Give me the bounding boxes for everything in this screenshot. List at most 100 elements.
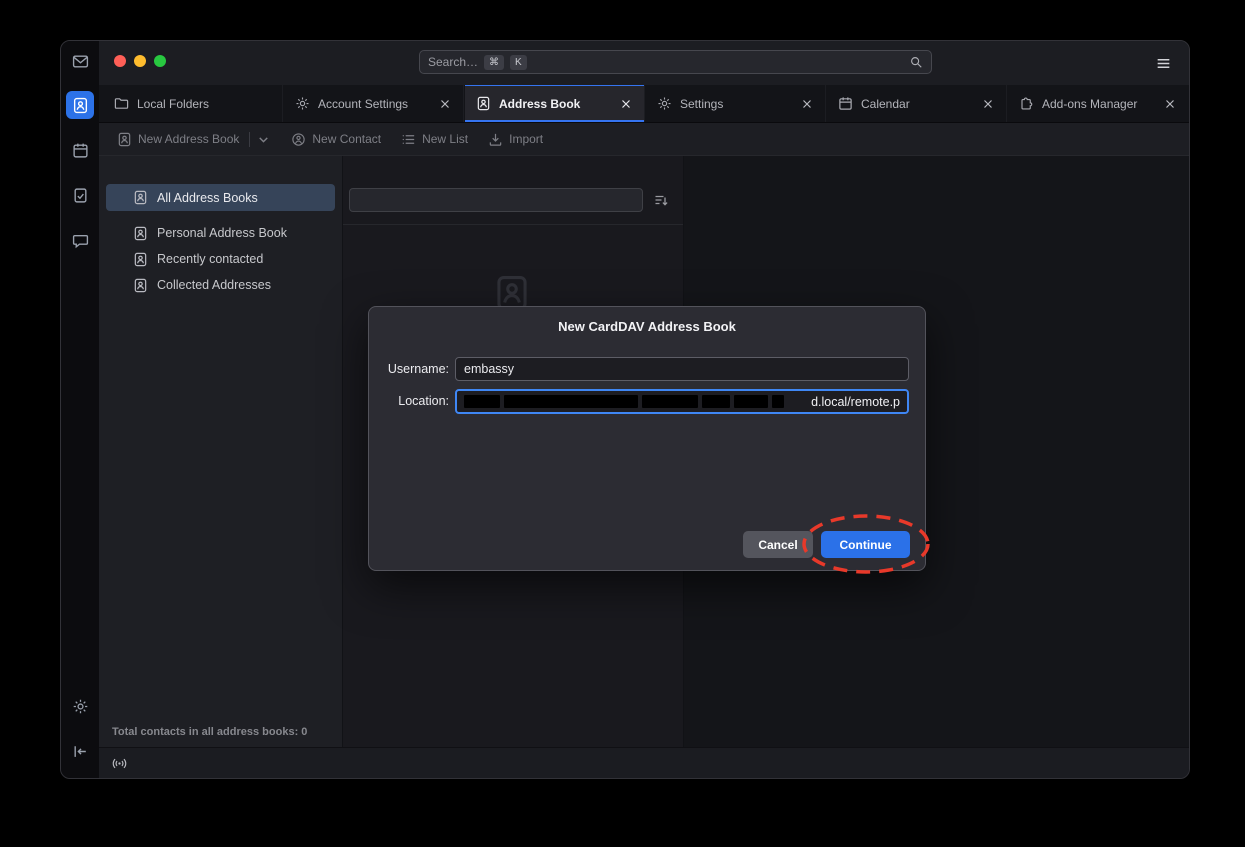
redaction-bar [702, 395, 730, 408]
username-input[interactable] [455, 357, 909, 381]
address-book-icon [133, 252, 148, 267]
close-window-button[interactable] [114, 55, 126, 67]
close-tab-icon[interactable] [1163, 97, 1177, 111]
cmd-key-badge: ⌘ [484, 55, 504, 70]
book-row-all-address-books[interactable]: All Address Books [106, 184, 335, 211]
tasks-icon [72, 187, 89, 204]
close-tab-icon[interactable] [619, 97, 633, 111]
space-calendar[interactable] [66, 136, 94, 164]
import-icon [488, 132, 503, 147]
book-row-label: Collected Addresses [157, 278, 271, 292]
space-mail[interactable] [66, 47, 94, 75]
new-contact-icon [291, 132, 306, 147]
thunderbird-window: Search… ⌘ K Local Folders Account Settin… [60, 40, 1190, 779]
chevron-down-icon[interactable] [256, 132, 271, 147]
space-chat[interactable] [66, 226, 94, 254]
status-bar [99, 747, 1189, 778]
redaction-bar [772, 395, 784, 408]
global-search-placeholder: Search… [428, 55, 478, 69]
new-contact-button[interactable]: New Contact [291, 132, 381, 147]
tab-account-settings[interactable]: Account Settings [284, 85, 464, 122]
app-menu-button[interactable] [1155, 55, 1172, 72]
address-book-toolbar: New Address Book New Contact New List Im… [99, 123, 1189, 156]
address-book-icon [117, 132, 132, 147]
puzzle-icon [1019, 96, 1034, 111]
address-book-icon [133, 226, 148, 241]
tab-calendar[interactable]: Calendar [827, 85, 1007, 122]
address-book-icon [72, 97, 89, 114]
gear-icon [657, 96, 672, 111]
continue-button[interactable]: Continue [821, 531, 910, 558]
book-row-collected-addresses[interactable]: Collected Addresses [106, 272, 335, 298]
tab-addons-manager[interactable]: Add-ons Manager [1008, 85, 1188, 122]
tab-label: Calendar [861, 97, 973, 111]
k-key-badge: K [510, 55, 527, 70]
tab-label: Add-ons Manager [1042, 97, 1155, 111]
gear-icon [72, 698, 89, 715]
book-row-recently-contacted[interactable]: Recently contacted [106, 246, 335, 272]
space-settings[interactable] [66, 692, 94, 720]
redaction-bar [464, 395, 500, 408]
location-label: Location: [379, 394, 449, 408]
book-row-label: All Address Books [157, 191, 258, 205]
close-tab-icon[interactable] [800, 97, 814, 111]
tab-label: Account Settings [318, 97, 430, 111]
network-status-icon[interactable] [111, 755, 128, 772]
minimize-window-button[interactable] [134, 55, 146, 67]
close-tab-icon[interactable] [438, 97, 452, 111]
folder-icon [114, 96, 129, 111]
space-tasks[interactable] [66, 181, 94, 209]
book-row-personal[interactable]: Personal Address Book [106, 220, 335, 246]
location-input[interactable]: d.local/remote.p [455, 389, 909, 414]
account-settings-icon [295, 96, 310, 111]
new-address-book-label: New Address Book [138, 132, 239, 146]
book-row-label: Personal Address Book [157, 226, 287, 240]
screen: Search… ⌘ K Local Folders Account Settin… [0, 0, 1245, 847]
import-button[interactable]: Import [488, 132, 543, 147]
global-search-field[interactable]: Search… ⌘ K [419, 50, 932, 74]
tab-label: Local Folders [137, 97, 271, 111]
redaction-bar [734, 395, 768, 408]
tab-address-book[interactable]: Address Book [465, 85, 645, 122]
book-row-label: Recently contacted [157, 252, 263, 266]
username-label: Username: [379, 362, 449, 376]
location-value-tail: d.local/remote.p [811, 395, 900, 409]
new-list-button[interactable]: New List [401, 132, 468, 147]
new-contact-label: New Contact [312, 132, 381, 146]
new-address-book-button[interactable]: New Address Book [117, 132, 271, 147]
dialog-title: New CardDAV Address Book [369, 319, 925, 334]
search-icon [909, 55, 923, 69]
redaction-bar [504, 395, 638, 408]
titlebar: Search… ⌘ K [99, 41, 1189, 85]
zoom-window-button[interactable] [154, 55, 166, 67]
cancel-button[interactable]: Cancel [743, 531, 813, 558]
address-books-pane: All Address Books Personal Address Book … [99, 156, 343, 747]
redaction-bar [642, 395, 698, 408]
calendar-icon [72, 142, 89, 159]
traffic-lights [114, 55, 166, 67]
tab-settings[interactable]: Settings [646, 85, 826, 122]
contacts-search-input[interactable] [349, 188, 643, 212]
tab-label: Address Book [499, 97, 611, 111]
total-contacts-status: Total contacts in all address books: 0 [112, 726, 307, 738]
calendar-icon [838, 96, 853, 111]
address-book-icon [133, 278, 148, 293]
address-book-icon [476, 96, 491, 111]
close-tab-icon[interactable] [981, 97, 995, 111]
tab-local-folders[interactable]: Local Folders [103, 85, 283, 122]
spaces-toolbar [61, 41, 99, 778]
tab-strip: Local Folders Account Settings Address B… [99, 85, 1189, 123]
chat-icon [72, 232, 89, 249]
address-book-icon [133, 190, 148, 205]
mail-icon [72, 53, 89, 70]
new-carddav-dialog: New CardDAV Address Book Username: Locat… [368, 306, 926, 571]
space-address-book[interactable] [66, 91, 94, 119]
display-options-icon[interactable] [653, 192, 669, 208]
tab-label: Settings [680, 97, 792, 111]
collapse-icon [72, 743, 89, 760]
address-books-list: All Address Books Personal Address Book … [99, 156, 342, 298]
collapse-spaces-button[interactable] [66, 737, 94, 765]
list-icon [401, 132, 416, 147]
new-list-label: New List [422, 132, 468, 146]
import-label: Import [509, 132, 543, 146]
